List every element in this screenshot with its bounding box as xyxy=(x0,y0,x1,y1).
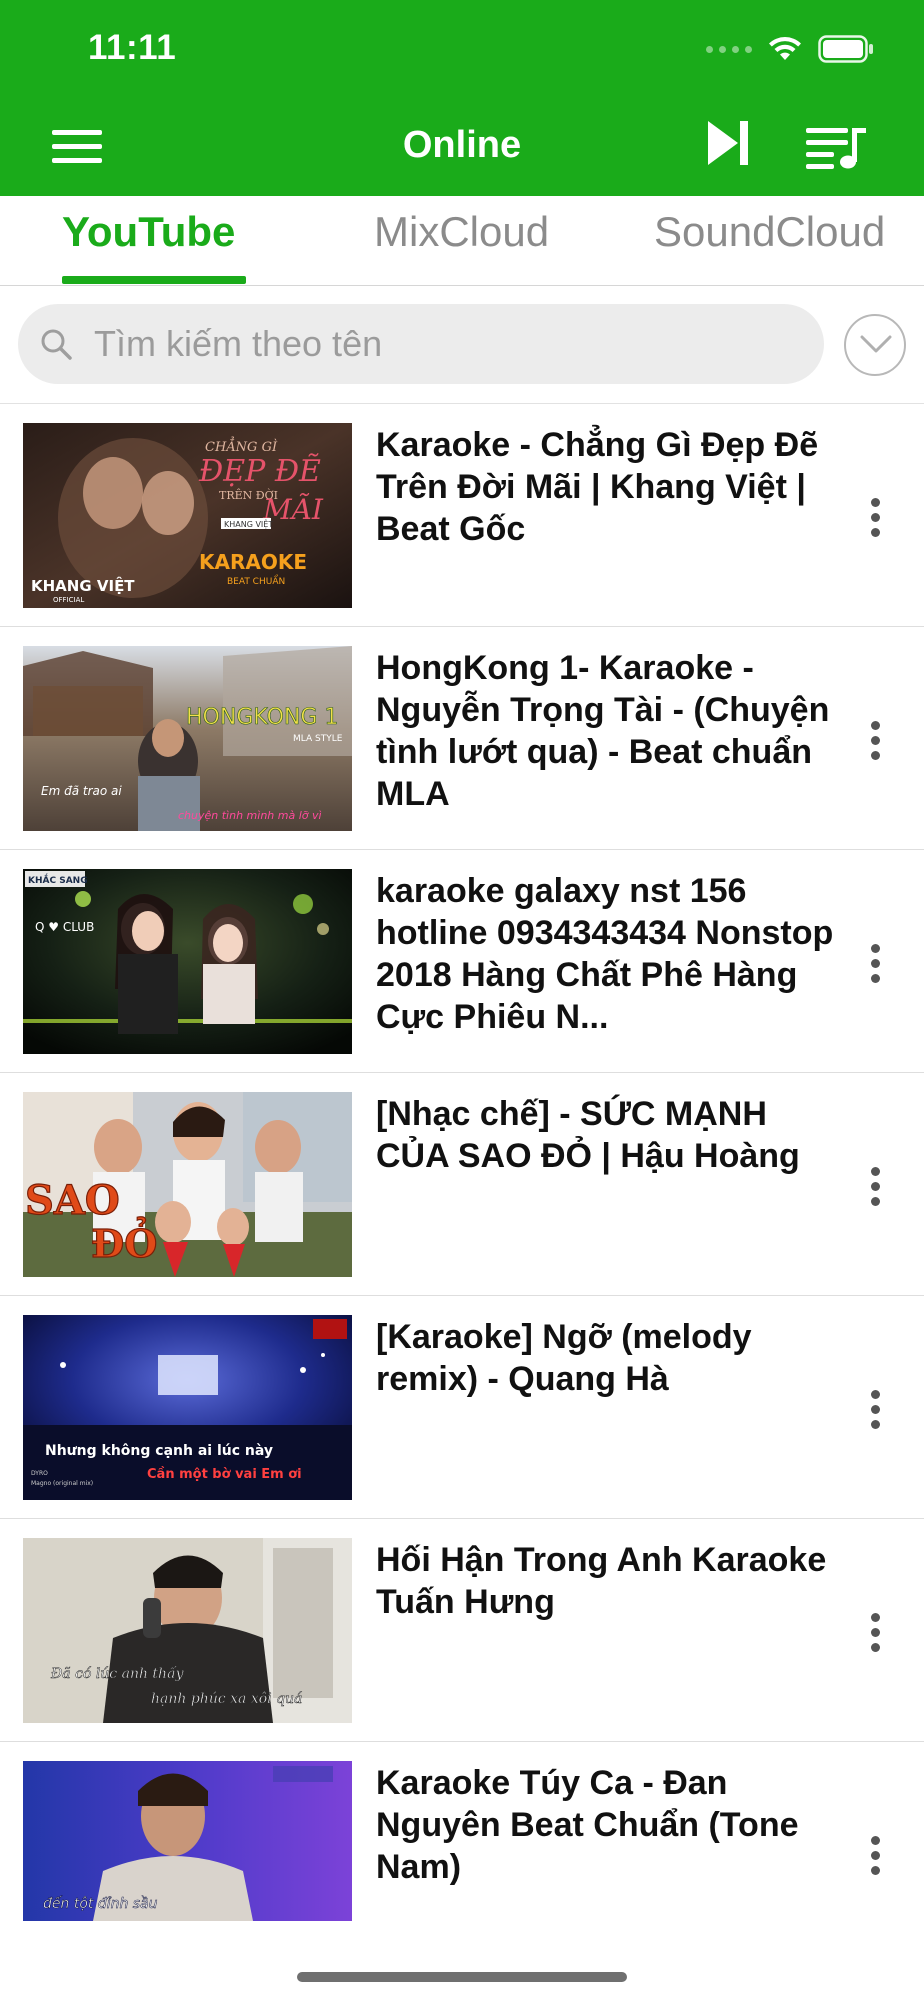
video-list: CHẲNG GÌ ĐẸP ĐẼ TRÊN ĐỜI MÃI KHANG VIỆT … xyxy=(0,404,924,1965)
thumb-text: Nhưng không cạnh ai lúc này xyxy=(45,1443,273,1459)
tab-mixcloud[interactable]: MixCloud xyxy=(374,208,549,286)
thumb-text: OFFICIAL xyxy=(53,596,84,604)
thumb-text: HONGKONG 1 xyxy=(186,705,338,730)
playlist-icon xyxy=(806,128,866,169)
video-title: karaoke galaxy nst 156 hotline 093434343… xyxy=(376,872,834,1036)
filter-dropdown-button[interactable] xyxy=(844,314,906,376)
thumb-text: KHANG VIỆT xyxy=(31,575,135,595)
video-title: Karaoke Túy Ca - Đan Nguyên Beat Chuẩn (… xyxy=(376,1764,799,1886)
thumb-text: Cần một bờ vai Em ơi xyxy=(147,1467,302,1482)
more-options-button[interactable] xyxy=(856,711,896,771)
skip-next-icon xyxy=(708,121,748,165)
video-thumbnail: đến tột đỉnh sầu xyxy=(23,1761,352,1921)
thumb-text: Magno (original mix) xyxy=(31,1480,93,1487)
thumb-text: đến tột đỉnh sầu xyxy=(43,1895,158,1912)
thumb-text: Em đã trao ai xyxy=(41,784,122,798)
video-list-item[interactable]: Đã có lúc anh thấy hạnh phúc xa xôi quá … xyxy=(0,1519,924,1742)
video-title: [Nhạc chế] - SỨC MẠNH CỦA SAO ĐỎ | Hậu H… xyxy=(376,1095,800,1175)
video-list-item[interactable]: KHẮC SANG Q ♥ CLUB karaoke galaxy nst 15… xyxy=(0,850,924,1073)
tab-youtube[interactable]: YouTube xyxy=(62,208,235,286)
video-thumbnail: SAO ĐỎ xyxy=(23,1092,352,1277)
app-screen: 11:11 Online YouTube MixCloud SoundCloud… xyxy=(0,0,924,2000)
video-thumbnail: Đã có lúc anh thấy hạnh phúc xa xôi quá xyxy=(23,1538,352,1723)
video-list-item[interactable]: HONGKONG 1 MLA STYLE Em đã trao ai chuyệ… xyxy=(0,627,924,850)
video-thumbnail: CHẲNG GÌ ĐẸP ĐẼ TRÊN ĐỜI MÃI KHANG VIỆT … xyxy=(23,423,352,608)
video-thumbnail: Nhưng không cạnh ai lúc này Cần một bờ v… xyxy=(23,1315,352,1500)
wifi-icon xyxy=(768,36,802,62)
home-indicator[interactable] xyxy=(297,1972,627,1982)
cellular-signal-icon xyxy=(706,45,752,53)
more-options-button[interactable] xyxy=(856,1380,896,1440)
thumb-text: ĐỎ xyxy=(91,1218,157,1266)
video-title: Hối Hận Trong Anh Karaoke Tuấn Hưng xyxy=(376,1541,827,1621)
more-options-button[interactable] xyxy=(856,1157,896,1217)
video-list-item[interactable]: Nhưng không cạnh ai lúc này Cần một bờ v… xyxy=(0,1296,924,1519)
search-input[interactable] xyxy=(94,304,804,384)
video-thumbnail: KHẮC SANG Q ♥ CLUB xyxy=(23,869,352,1054)
page-title: Online xyxy=(402,124,522,166)
video-title: HongKong 1- Karaoke - Nguyễn Trọng Tài -… xyxy=(376,649,830,813)
tab-soundcloud[interactable]: SoundCloud xyxy=(654,208,885,286)
active-tab-indicator xyxy=(62,276,246,284)
thumb-text: hạnh phúc xa xôi quá xyxy=(151,1691,302,1707)
more-options-button[interactable] xyxy=(856,1603,896,1663)
source-tabs: YouTube MixCloud SoundCloud xyxy=(0,196,924,286)
chevron-down-icon xyxy=(860,335,892,353)
search-box[interactable] xyxy=(18,304,824,384)
video-title: [Karaoke] Ngỡ (melody remix) - Quang Hà xyxy=(376,1318,752,1398)
status-indicators xyxy=(706,34,874,64)
search-icon xyxy=(41,329,72,360)
thumb-text: DYRO xyxy=(31,1470,48,1477)
thumb-text: SAO xyxy=(25,1177,120,1224)
search-bar xyxy=(0,286,924,404)
thumb-text: MLA STYLE xyxy=(293,734,343,744)
app-header: 11:11 Online xyxy=(0,0,924,196)
status-time: 11:11 xyxy=(88,28,177,67)
video-list-item[interactable]: CHẲNG GÌ ĐẸP ĐẼ TRÊN ĐỜI MÃI KHANG VIỆT … xyxy=(0,404,924,627)
video-title: Karaoke - Chẳng Gì Đẹp Đẽ Trên Đời Mãi |… xyxy=(376,426,819,548)
more-options-button[interactable] xyxy=(856,1826,896,1886)
video-thumbnail: HONGKONG 1 MLA STYLE Em đã trao ai chuyệ… xyxy=(23,646,352,831)
thumb-text: chuyện tình mình mà lỡ vì xyxy=(178,809,322,822)
play-next-button[interactable] xyxy=(706,118,752,168)
video-list-item[interactable]: đến tột đỉnh sầu Karaoke Túy Ca - Đan Ng… xyxy=(0,1742,924,1965)
thumb-text: KARAOKE xyxy=(199,550,307,574)
queue-button[interactable] xyxy=(804,124,868,170)
thumb-text: Đã có lúc anh thấy xyxy=(50,1665,185,1682)
thumb-text: ĐẸP ĐẼ xyxy=(198,453,321,489)
thumb-text: KHANG VIỆT xyxy=(224,518,273,530)
more-options-button[interactable] xyxy=(856,934,896,994)
nav-bar: Online xyxy=(0,100,924,196)
battery-icon xyxy=(818,35,874,63)
thumb-text: Q ♥ CLUB xyxy=(35,920,94,934)
more-options-button[interactable] xyxy=(856,488,896,548)
video-list-item[interactable]: SAO ĐỎ [Nhạc chế] - SỨC MẠNH CỦA SAO ĐỎ … xyxy=(0,1073,924,1296)
